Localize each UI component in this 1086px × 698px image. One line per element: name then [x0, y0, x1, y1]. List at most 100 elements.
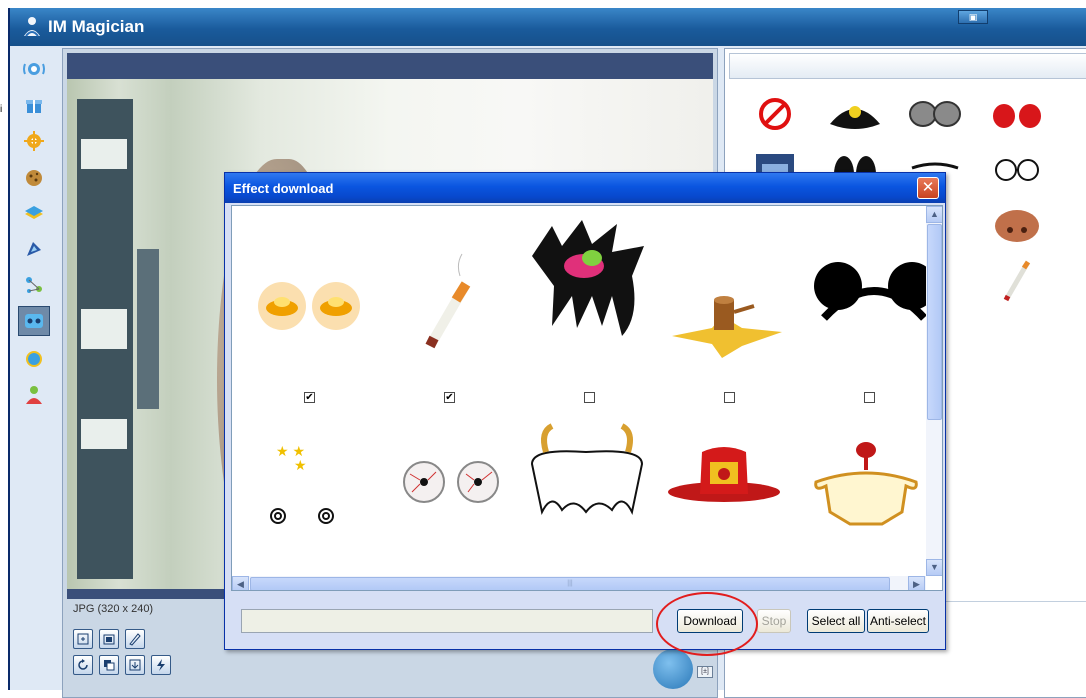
bloodshot-eyes-icon	[403, 461, 499, 503]
checkbox-item-4[interactable]	[724, 392, 735, 403]
copy-icon	[104, 660, 115, 671]
scroll-left-button[interactable]: ◀	[232, 576, 249, 590]
format-label: JPG (320 x 240)	[73, 603, 154, 615]
draw-button[interactable]	[125, 629, 145, 649]
effect-item-2[interactable]	[382, 246, 512, 376]
resize-tag[interactable]: [±]	[697, 666, 713, 678]
red-hearts-icon	[993, 104, 1041, 128]
download-progress-bar	[241, 609, 653, 633]
punk-hair-icon	[532, 220, 644, 336]
cigarette-icon	[1003, 260, 1031, 302]
cookie-icon	[26, 170, 42, 186]
effect-red-hearts[interactable]	[987, 89, 1047, 139]
copy-button[interactable]	[99, 655, 119, 675]
effects-header	[729, 53, 1086, 79]
nose-icon	[995, 210, 1039, 242]
round-glasses-icon	[995, 159, 1039, 181]
frame-tool[interactable]	[18, 344, 50, 374]
horizontal-scrollbar[interactable]: ◀ ||| ▶	[232, 576, 926, 590]
dialog-title-bar: Effect download ✕	[225, 173, 945, 203]
mickey-ears-icon	[814, 262, 934, 321]
pencil-icon	[129, 633, 141, 646]
export-button[interactable]	[125, 655, 145, 675]
layers-icon	[25, 206, 43, 219]
gift-tool[interactable]	[18, 90, 50, 120]
vertical-scroll-thumb[interactable]	[927, 224, 942, 420]
gift-icon	[26, 100, 42, 113]
sunglasses-icon	[909, 101, 961, 127]
lightning-icon	[157, 659, 165, 671]
effect-item-5[interactable]	[804, 234, 934, 364]
frame-icon	[26, 351, 42, 367]
refresh-button[interactable]	[73, 655, 93, 675]
checkbox-item-2[interactable]: ✔	[444, 392, 455, 403]
effect-item-9[interactable]	[662, 416, 792, 546]
export-icon	[129, 659, 141, 671]
refresh-icon	[78, 659, 88, 670]
tool-rail	[14, 54, 54, 434]
scroll-up-button[interactable]: ▲	[926, 206, 942, 223]
effect-item-6[interactable]: ★ ★ ★	[244, 426, 374, 556]
svg-text:★: ★	[294, 457, 307, 473]
vertical-scrollbar[interactable]: ▲ ▼	[926, 206, 942, 576]
effect-pirate-hat[interactable]	[825, 89, 885, 139]
pen-tool[interactable]	[18, 234, 50, 264]
effect-item-10[interactable]	[802, 416, 932, 546]
settings-gear-icon	[24, 131, 44, 151]
restore-button[interactable]: ▣	[958, 10, 988, 24]
app-logo-icon	[24, 17, 40, 37]
effect-nose[interactable]	[987, 199, 1047, 249]
capture-button[interactable]	[653, 649, 693, 689]
webcam-icon	[23, 63, 45, 75]
effect-item-7[interactable]	[382, 416, 512, 546]
dialog-title: Effect download	[233, 181, 334, 196]
effect-cigarette[interactable]	[987, 255, 1047, 305]
horizontal-scroll-thumb[interactable]: |||	[250, 577, 890, 590]
fullscreen-button[interactable]	[73, 629, 93, 649]
effect-item-8[interactable]	[522, 412, 652, 542]
molecule-tool[interactable]	[18, 270, 50, 300]
cigarette-icon	[425, 253, 471, 349]
stray-character: i	[0, 104, 3, 115]
effect-sunglasses[interactable]	[905, 89, 965, 139]
effect-none[interactable]	[745, 89, 805, 139]
snapshot-button[interactable]	[99, 629, 119, 649]
settings-tool[interactable]	[18, 126, 50, 156]
expand-icon	[77, 633, 89, 645]
webcam-tool[interactable]	[18, 54, 50, 84]
checkbox-item-1[interactable]: ✔	[304, 392, 315, 403]
flash-button[interactable]	[151, 655, 171, 675]
pen-icon	[27, 242, 41, 256]
user-tool[interactable]	[18, 380, 50, 410]
user-icon	[26, 386, 42, 404]
checkbox-item-5[interactable]	[864, 392, 875, 403]
effect-item-4[interactable]	[662, 246, 792, 376]
title-bar: IM Magician ▣	[10, 8, 1086, 46]
layers-tool[interactable]	[18, 198, 50, 228]
stop-button[interactable]: Stop	[757, 609, 791, 633]
window-title: IM Magician	[48, 17, 145, 36]
effect-item-1[interactable]	[244, 246, 374, 376]
anti-select-button[interactable]: Anti-select	[867, 609, 929, 633]
scroll-down-button[interactable]: ▼	[926, 559, 942, 576]
none-icon	[759, 98, 791, 130]
dialog-footer: Download Stop Select all Anti-select	[231, 597, 943, 645]
window-icon	[103, 634, 115, 645]
horned-white-hat-icon	[530, 423, 644, 516]
effect-round-glasses[interactable]	[987, 145, 1047, 195]
effects-grid: ✔ ✔ ★ ★ ★ ▲ ▼ ◀ ||| ▶	[231, 205, 943, 591]
chinese-hat-icon	[668, 447, 780, 502]
dialog-close-button[interactable]: ✕	[917, 177, 939, 199]
scroll-right-button[interactable]: ▶	[908, 576, 925, 590]
molecule-icon	[26, 277, 42, 293]
highlight-annotation	[656, 592, 758, 656]
select-all-button[interactable]: Select all	[807, 609, 865, 633]
mask-tool[interactable]	[18, 306, 50, 336]
effect-item-3[interactable]	[522, 216, 652, 346]
video-header	[67, 53, 713, 79]
dizzy-stars-eyes-icon: ★ ★ ★	[270, 443, 334, 524]
checkbox-item-3[interactable]	[584, 392, 595, 403]
tree-stump-hat-icon	[672, 296, 782, 358]
pirate-hat-icon	[830, 106, 880, 129]
cookie-tool[interactable]	[18, 162, 50, 192]
